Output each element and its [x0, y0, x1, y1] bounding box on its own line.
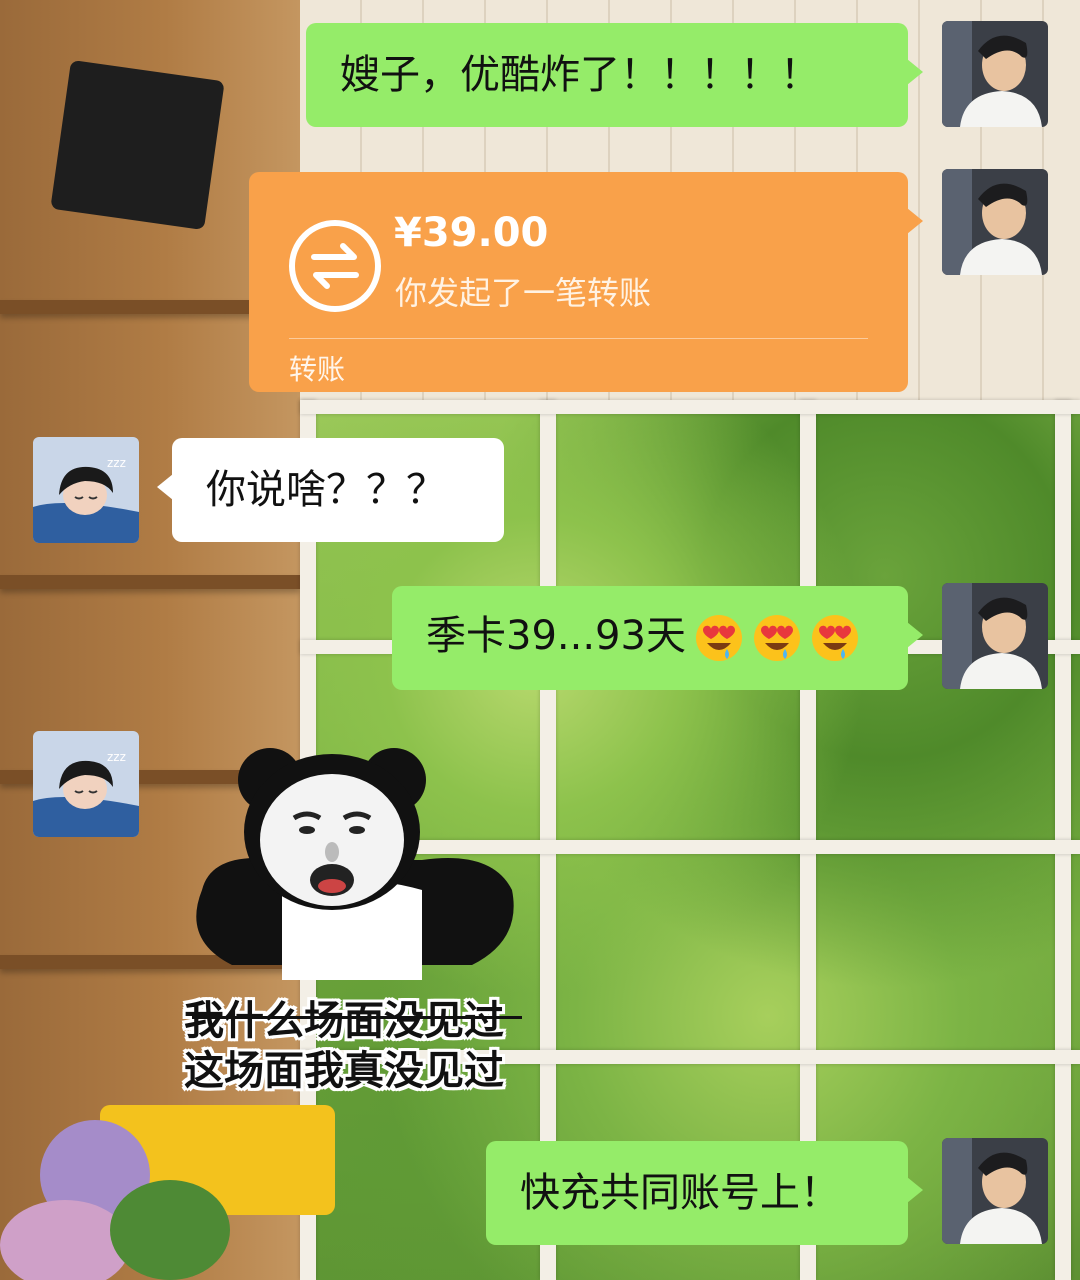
avatar-self[interactable] [942, 1138, 1048, 1244]
avatar-sleeping-girl-icon: zzz [33, 437, 139, 543]
bubble-tail [907, 622, 923, 648]
avatar-contact[interactable]: zzz [33, 731, 139, 837]
heart-eyes-emoji-icon [695, 615, 742, 661]
background-shelf [0, 575, 300, 589]
svg-text:zzz: zzz [107, 750, 126, 764]
avatar-self[interactable] [942, 169, 1048, 275]
avatar-contact[interactable]: zzz [33, 437, 139, 543]
svg-text:zzz: zzz [107, 456, 126, 470]
heart-eyes-emoji-icon [811, 615, 858, 661]
transfer-footer-label: 转账 [289, 353, 346, 386]
heart-eyes-emoji-icon [753, 615, 800, 661]
avatar-sleeping-girl-icon: zzz [33, 731, 139, 837]
bubble-tail [907, 59, 923, 85]
message-text: 你说啥？？？ [206, 467, 446, 513]
bubble-tail [157, 474, 173, 500]
background-window-frame [300, 400, 1080, 414]
avatar-boy-white-shirt-icon [942, 169, 1048, 275]
panda-meme-sticker[interactable]: 我什么场面没见过 这场面我真没见过 [172, 740, 532, 1094]
message-text: 快充共同账号上！ [520, 1170, 840, 1216]
panda-meme-icon [196, 748, 514, 980]
bubble-tail [907, 1177, 923, 1203]
background-leaves [110, 1180, 230, 1280]
transfer-arrows-icon [288, 219, 382, 313]
message-text-with-emoji: 季卡39...93天 [426, 613, 860, 663]
avatar-boy-white-shirt-icon [942, 583, 1048, 689]
bubble-tail [907, 208, 923, 234]
message-text: 嫂子，优酷炸了！！！！！ [340, 52, 820, 98]
message-text: 季卡39...93天 [426, 613, 686, 659]
background-tv [50, 59, 225, 231]
avatar-boy-white-shirt-icon [942, 1138, 1048, 1244]
avatar-self[interactable] [942, 21, 1048, 127]
message-bubble-outgoing[interactable]: 嫂子，优酷炸了！！！！！ [306, 23, 923, 127]
message-bubble-outgoing[interactable]: 季卡39...93天 [392, 586, 923, 690]
sticker-caption-line2: 这场面我真没见过 [184, 1048, 504, 1094]
message-bubble-incoming[interactable]: 你说啥？？？ [157, 438, 504, 542]
transfer-amount: ¥39.00 [394, 210, 549, 256]
transfer-card[interactable]: ¥39.00 你发起了一笔转账 转账 [249, 172, 923, 392]
message-bubble-outgoing[interactable]: 快充共同账号上！ [486, 1141, 923, 1245]
avatar-self[interactable] [942, 583, 1048, 689]
transfer-description: 你发起了一笔转账 [395, 274, 652, 312]
sticker-caption-strikethrough [192, 1016, 522, 1019]
avatar-boy-white-shirt-icon [942, 21, 1048, 127]
transfer-divider [289, 338, 868, 339]
